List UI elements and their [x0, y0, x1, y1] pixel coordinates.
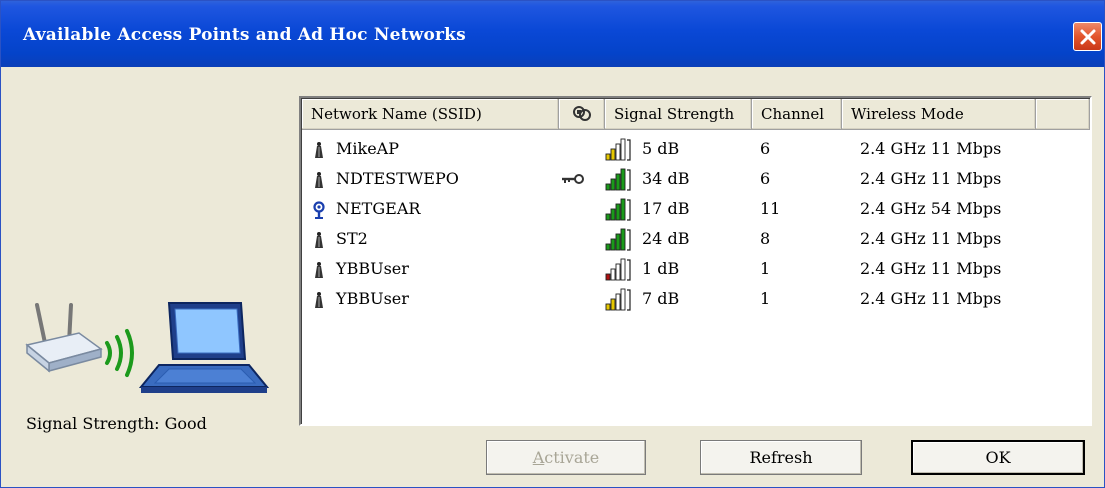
- wireless-mode-value: 2.4 GHz 11 Mbps: [860, 139, 1002, 158]
- refresh-button[interactable]: Refresh: [700, 440, 862, 475]
- signal-bars-icon: [605, 168, 631, 191]
- column-header-signal[interactable]: Signal Strength: [605, 99, 752, 130]
- network-row[interactable]: NETGEAR 17 dB 11 2.4 GHz 54 Mbps: [302, 194, 1090, 224]
- wireless-mode-value: 2.4 GHz 11 Mbps: [860, 169, 1002, 188]
- signal-bars-icon: [605, 288, 631, 311]
- dialog-window: Available Access Points and Ad Hoc Netwo…: [0, 0, 1105, 488]
- list-header: Network Name (SSID) Signal Strength Chan…: [302, 99, 1090, 130]
- column-header-security[interactable]: [559, 99, 605, 130]
- network-ssid: YBBUser: [336, 289, 409, 308]
- signal-strength-status: Signal Strength: Good: [26, 414, 207, 433]
- column-header-channel[interactable]: Channel: [752, 99, 842, 130]
- wireless-mode-value: 2.4 GHz 11 Mbps: [860, 229, 1002, 248]
- access-point-icon: [315, 142, 323, 158]
- access-point-icon: [315, 232, 323, 248]
- signal-bars-icon: [605, 138, 631, 161]
- wireless-mode-value: 2.4 GHz 11 Mbps: [860, 289, 1002, 308]
- access-point-icon: [315, 172, 323, 188]
- network-ssid: ST2: [336, 229, 368, 248]
- wireless-mode-value: 2.4 GHz 11 Mbps: [860, 259, 1002, 278]
- router-icon: [25, 303, 103, 373]
- channel-value: 1: [760, 289, 771, 308]
- connected-access-point-icon: [313, 201, 325, 219]
- security-icon: [573, 106, 591, 121]
- signal-bars-icon: [605, 228, 631, 251]
- ok-button[interactable]: OK: [911, 440, 1085, 475]
- network-ssid: YBBUser: [336, 259, 409, 278]
- activate-button[interactable]: Activate: [486, 440, 646, 475]
- channel-value: 6: [760, 139, 771, 158]
- column-header-ssid[interactable]: Network Name (SSID): [302, 99, 559, 130]
- access-point-icon: [315, 262, 323, 278]
- signal-value: 34 dB: [642, 169, 690, 188]
- column-header-mode[interactable]: Wireless Mode: [842, 99, 1036, 130]
- access-point-icon: [315, 292, 323, 308]
- network-row[interactable]: ST2 24 dB 8 2.4 GHz 11 Mbps: [302, 224, 1090, 254]
- signal-bars-icon: [605, 258, 631, 281]
- network-row[interactable]: NDTESTWEPO 34 dB 6 2.4 GHz 11 Mbps: [302, 164, 1090, 194]
- signal-value: 17 dB: [642, 199, 690, 218]
- network-row[interactable]: YBBUser 1 dB 1 2.4 GHz 11 Mbps: [302, 254, 1090, 284]
- channel-value: 6: [760, 169, 771, 188]
- window-title: Available Access Points and Ad Hoc Netwo…: [23, 25, 466, 45]
- connection-illustration: [25, 302, 270, 393]
- key-icon: [562, 174, 584, 184]
- signal-bars-icon: [605, 198, 631, 221]
- wireless-waves-icon: [105, 329, 134, 377]
- network-list[interactable]: Network Name (SSID) Signal Strength Chan…: [299, 96, 1092, 426]
- channel-value: 11: [760, 199, 781, 218]
- network-ssid: NDTESTWEPO: [336, 169, 459, 188]
- laptop-icon: [138, 302, 270, 393]
- signal-value: 7 dB: [642, 289, 680, 308]
- network-ssid: MikeAP: [336, 139, 399, 158]
- network-row[interactable]: YBBUser 7 dB 1 2.4 GHz 11 Mbps: [302, 284, 1090, 314]
- channel-value: 8: [760, 229, 771, 248]
- network-ssid: NETGEAR: [336, 199, 421, 218]
- signal-value: 1 dB: [642, 259, 680, 278]
- signal-value: 24 dB: [642, 229, 690, 248]
- network-row[interactable]: MikeAP 5 dB 6 2.4 GHz 11 Mbps: [302, 134, 1090, 164]
- column-header-filler: [1036, 99, 1090, 130]
- title-bar[interactable]: Available Access Points and Ad Hoc Netwo…: [1, 1, 1104, 67]
- close-button[interactable]: [1073, 22, 1102, 51]
- signal-value: 5 dB: [642, 139, 680, 158]
- close-icon: [1080, 29, 1096, 45]
- wireless-mode-value: 2.4 GHz 54 Mbps: [860, 199, 1002, 218]
- channel-value: 1: [760, 259, 771, 278]
